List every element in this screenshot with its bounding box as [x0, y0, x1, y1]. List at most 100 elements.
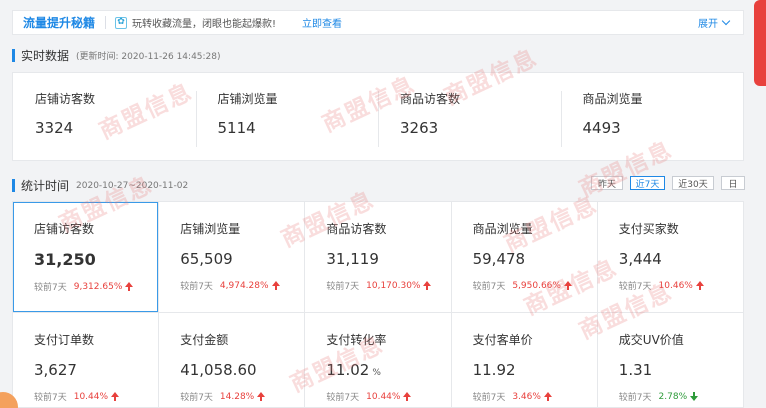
stat-label: 商品访客数	[326, 222, 387, 236]
arrow-up-icon	[423, 281, 432, 290]
stat-label: 支付订单数	[34, 333, 95, 347]
stat-number: 3,444	[618, 250, 662, 268]
stat-number: 11.02	[326, 361, 370, 379]
banner-text: 玩转收藏流量，闭眼也能起爆款!	[132, 19, 277, 30]
stat-label: 成交UV价值	[618, 333, 684, 347]
expand-label: 展开	[698, 19, 718, 30]
arrow-up-icon	[543, 392, 552, 401]
stat-card[interactable]: 店铺访客数 31,250 较前7天 9,312.65%	[13, 202, 159, 312]
stats-title: 统计时间	[21, 179, 70, 193]
section-accent-bar	[12, 179, 15, 192]
chevron-down-icon	[721, 16, 731, 26]
stat-number: 31,250	[34, 250, 96, 269]
stat-card[interactable]: 成交UV价值 1.31 较前7天 2.78%	[597, 313, 743, 407]
stat-number: 1.31	[618, 361, 653, 379]
stat-number: 41,058.60	[180, 361, 257, 379]
arrow-up-icon	[271, 281, 280, 290]
comparison-value: 3.46%	[512, 391, 541, 402]
stat-card[interactable]: 商品浏览量 59,478 较前7天 5,950.66%	[451, 202, 597, 312]
realtime-metric: 店铺访客数 3324	[13, 73, 196, 160]
stat-value: 31,119	[326, 250, 450, 268]
stat-card[interactable]: 支付转化率 11.02% 较前7天 10.44%	[305, 313, 451, 407]
comparison-value: 2.78%	[658, 391, 688, 402]
stat-label: 支付买家数	[618, 222, 679, 236]
metric-value: 3324	[35, 119, 74, 137]
comparison-label: 较前7天	[618, 393, 652, 403]
stat-value: 3,627	[34, 361, 158, 379]
arrow-up-icon	[695, 281, 704, 290]
stat-card[interactable]: 支付订单数 3,627 较前7天 10.44%	[13, 313, 159, 407]
stat-label: 店铺访客数	[34, 222, 95, 236]
arrow-up-icon	[563, 281, 572, 290]
comparison-label: 较前7天	[34, 393, 67, 403]
range-day-button[interactable]: 日	[721, 176, 745, 190]
promo-banner: 流量提升秘籍 ✿ 玩转收藏流量，闭眼也能起爆款! 立即查看 展开	[12, 10, 744, 35]
stat-comparison: 较前7天 4,974.28%	[180, 279, 304, 292]
view-now-link[interactable]: 立即查看	[302, 15, 342, 30]
stat-comparison: 较前7天 10.44%	[34, 390, 158, 403]
stat-card[interactable]: 店铺浏览量 65,509 较前7天 4,974.28%	[159, 202, 305, 312]
expand-button[interactable]: 展开	[698, 15, 731, 30]
metric-value: 3263	[400, 119, 439, 137]
comparison-label: 较前7天	[618, 282, 652, 292]
stat-value: 3,444	[619, 250, 743, 268]
metric-value: 4493	[582, 119, 621, 137]
stat-comparison: 较前7天 10.46%	[619, 279, 743, 292]
comparison-value: 10.46%	[658, 280, 693, 291]
stats-header: 统计时间 2020-10-27~2020-11-02	[12, 177, 188, 194]
stat-number: 65,509	[180, 250, 233, 268]
arrow-down-icon	[690, 392, 699, 401]
metric-label: 店铺访客数	[35, 92, 96, 106]
comparison-label: 较前7天	[180, 282, 213, 292]
stat-label: 店铺浏览量	[180, 222, 241, 236]
stat-label: 支付转化率	[326, 333, 387, 347]
arrow-up-icon	[111, 392, 120, 401]
comparison-value: 14.28%	[219, 391, 255, 402]
stat-value: 1.31	[619, 361, 743, 379]
arrow-up-icon	[403, 392, 412, 401]
comparison-label: 较前7天	[326, 282, 360, 292]
realtime-header: 实时数据 (更新时间: 2020-11-26 14:45:28)	[12, 47, 221, 64]
stat-number: 11.92	[472, 361, 516, 379]
comparison-value: 10.44%	[73, 391, 109, 402]
stats-grid: 店铺访客数 31,250 较前7天 9,312.65% 店铺浏览量 65,509 较前7天 4…	[12, 201, 744, 408]
metric-value: 5114	[217, 119, 256, 137]
comparison-value: 5,950.66%	[512, 280, 561, 291]
realtime-metric: 店铺浏览量 5114	[195, 73, 379, 160]
stat-label: 商品浏览量	[472, 222, 533, 236]
stat-number: 59,478	[472, 250, 526, 268]
arrow-up-icon	[257, 392, 266, 401]
stat-comparison: 较前7天 9,312.65%	[34, 280, 158, 293]
gift-icon: ✿	[115, 16, 128, 29]
realtime-metric: 商品访客数 3263	[378, 73, 561, 160]
stat-card[interactable]: 商品访客数 31,119 较前7天 10,170.30%	[305, 202, 451, 312]
side-panel-tab[interactable]	[754, 0, 766, 86]
stat-comparison: 较前7天 2.78%	[619, 390, 743, 403]
realtime-metric: 商品浏览量 4493	[560, 73, 744, 160]
stat-comparison: 较前7天 10.44%	[326, 390, 450, 403]
banner-divider	[105, 16, 107, 29]
stat-card[interactable]: 支付金额 41,058.60 较前7天 14.28%	[159, 313, 305, 407]
range-30days-button[interactable]: 近30天	[672, 176, 714, 190]
range-7days-button[interactable]: 近7天	[630, 176, 665, 190]
metric-label: 店铺浏览量	[217, 92, 278, 106]
realtime-updated-time: (更新时间: 2020-11-26 14:45:28)	[76, 52, 221, 62]
stat-card[interactable]: 支付客单价 11.92 较前7天 3.46%	[451, 313, 597, 407]
stat-value: 11.02%	[326, 361, 450, 379]
comparison-value: 9,312.65%	[73, 281, 123, 292]
range-yesterday-button[interactable]: 昨天	[591, 176, 623, 190]
arrow-up-icon	[125, 282, 134, 291]
comparison-value: 4,974.28%	[219, 280, 269, 291]
stat-card[interactable]: 支付买家数 3,444 较前7天 10.46%	[597, 202, 743, 312]
stat-number: 31,119	[326, 250, 379, 268]
comparison-label: 较前7天	[472, 393, 506, 403]
comparison-label: 较前7天	[326, 393, 360, 403]
section-accent-bar	[12, 49, 15, 62]
stat-value: 31,250	[34, 250, 158, 269]
comparison-label: 较前7天	[180, 393, 213, 403]
range-selector: 昨天 近7天 近30天 日	[591, 176, 745, 190]
stat-comparison: 较前7天 5,950.66%	[473, 279, 597, 292]
metric-label: 商品访客数	[400, 92, 461, 106]
stat-unit: %	[372, 368, 381, 378]
comparison-label: 较前7天	[472, 282, 506, 292]
